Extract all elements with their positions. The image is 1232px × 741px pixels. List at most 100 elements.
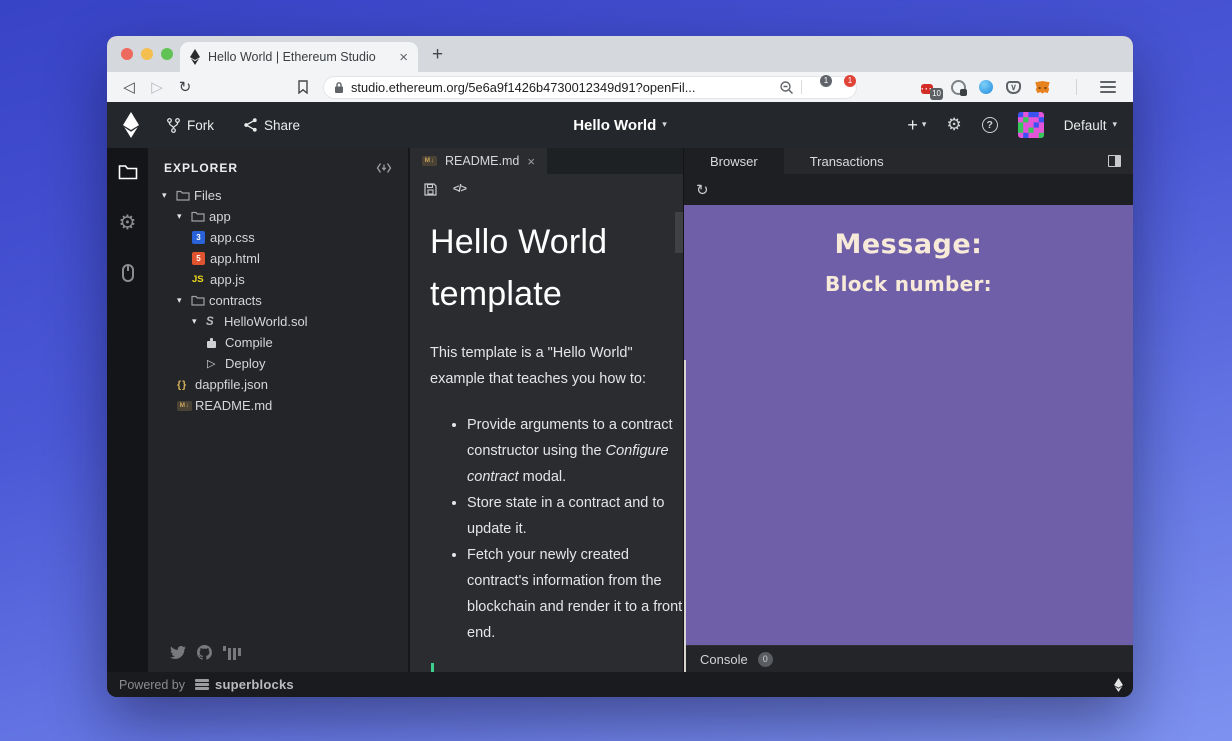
- tree-item[interactable]: {} dappfile.json: [148, 374, 408, 395]
- address-bar[interactable]: studio.ethereum.org/5e6a9f1426b473001234…: [323, 74, 857, 99]
- file-label: Files: [194, 188, 222, 203]
- gitter-icon[interactable]: [223, 645, 241, 660]
- tree-item[interactable]: 5 app.html: [148, 248, 408, 269]
- tree-item[interactable]: ▾ Files: [148, 185, 408, 206]
- metamask-icon[interactable]: [1034, 80, 1051, 95]
- tree-item[interactable]: JS app.js: [148, 269, 408, 290]
- preview-tab-transactions[interactable]: Transactions: [784, 148, 910, 174]
- github-icon[interactable]: [197, 645, 212, 660]
- ethereum-diamond-icon: [1114, 677, 1123, 692]
- refresh-icon[interactable]: ↻: [696, 181, 709, 199]
- json-icon: {}: [177, 378, 188, 391]
- network-dropdown[interactable]: Default ▾: [1064, 118, 1117, 133]
- brave-shield-icon[interactable]: 1: [809, 74, 832, 96]
- fork-label: Fork: [187, 117, 214, 133]
- html-icon: 5: [192, 252, 210, 265]
- save-icon[interactable]: [424, 182, 437, 196]
- tab-close-icon[interactable]: ×: [399, 49, 408, 66]
- twitter-icon[interactable]: [170, 646, 186, 659]
- panel-layout-icon[interactable]: [1108, 155, 1121, 167]
- browser-tab[interactable]: Hello World | Ethereum Studio ×: [180, 42, 418, 72]
- powered-by-label: Powered by: [119, 677, 186, 692]
- explorer-title: EXPLORER: [164, 161, 239, 175]
- project-title: Hello World: [573, 116, 657, 134]
- pane-splitter[interactable]: [684, 360, 686, 672]
- avatar[interactable]: [1017, 112, 1044, 138]
- lastpass-icon[interactable]: ··· 10: [921, 79, 943, 100]
- caret-down-icon[interactable]: ▾: [162, 191, 176, 201]
- file-label: contracts: [209, 293, 262, 308]
- ethereum-logo[interactable]: [123, 112, 139, 138]
- caret-down-icon[interactable]: ▾: [192, 317, 206, 327]
- explorer-panel: EXPLORER ▾ Files ▾ app 3 app.css 5 app.html JS ap…: [148, 148, 408, 672]
- preview-tab-browser[interactable]: Browser: [684, 148, 784, 174]
- settings-gear-icon[interactable]: ⚙: [946, 115, 961, 135]
- console-bar[interactable]: Console 0: [684, 645, 1133, 672]
- superblocks-logo: [195, 679, 210, 690]
- minimize-window-button[interactable]: [141, 48, 153, 60]
- interact-panel-icon[interactable]: [121, 264, 134, 282]
- readme-intro: This template is a "Hello World" example…: [430, 345, 647, 387]
- forward-icon[interactable]: ▷: [145, 78, 169, 96]
- close-icon[interactable]: ×: [527, 154, 535, 169]
- maximize-window-button[interactable]: [161, 48, 173, 60]
- chevron-down-icon: ▾: [1112, 120, 1117, 130]
- editor-tab-label: README.md: [445, 154, 520, 168]
- tree-item[interactable]: ▾ S HelloWorld.sol: [148, 311, 408, 332]
- tree-item[interactable]: 3 app.css: [148, 227, 408, 248]
- markdown-icon: M↓: [177, 400, 195, 411]
- tree-item[interactable]: ▾ app: [148, 206, 408, 227]
- adblock-triangle-icon[interactable]: 1: [833, 74, 856, 96]
- studio-header: Fork Share Hello World ▾ + ▾ ⚙ ? Default …: [107, 102, 1133, 148]
- collapse-code-icon[interactable]: [376, 162, 392, 174]
- studio-footer: Powered by superblocks: [107, 672, 1133, 697]
- file-label: HelloWorld.sol: [224, 314, 308, 329]
- file-label: app.css: [210, 230, 255, 245]
- preview-panel: Browser Transactions ↻ Message: Block num…: [683, 148, 1133, 672]
- close-window-button[interactable]: [121, 48, 133, 60]
- blue-extension-icon[interactable]: [979, 80, 993, 94]
- tree-item[interactable]: ▷ Deploy: [148, 353, 408, 374]
- project-title-dropdown[interactable]: Hello World ▾: [573, 117, 667, 134]
- browser-tabstrip: Hello World | Ethereum Studio × +: [107, 36, 1133, 72]
- caret-down-icon[interactable]: ▾: [177, 296, 191, 306]
- editor-scrollbar[interactable]: [675, 212, 683, 253]
- new-tab-button[interactable]: +: [432, 44, 443, 66]
- triangle-badge: 1: [844, 74, 856, 87]
- file-tree: ▾ Files ▾ app 3 app.css 5 app.html JS app.js ▾ cont…: [148, 185, 408, 672]
- bookmark-icon[interactable]: [297, 80, 309, 94]
- solidity-icon: S: [206, 315, 214, 328]
- share-button[interactable]: Share: [244, 118, 300, 133]
- share-icon: [244, 118, 257, 132]
- privacy-clock-icon[interactable]: [951, 79, 967, 96]
- view-code-icon[interactable]: </>: [453, 183, 467, 195]
- console-label: Console: [700, 651, 748, 667]
- fork-button[interactable]: Fork: [167, 118, 214, 133]
- fork-icon: [167, 117, 180, 133]
- superblocks-brand[interactable]: superblocks: [215, 677, 294, 692]
- divider: [801, 80, 802, 94]
- tree-item[interactable]: ▾ contracts: [148, 290, 408, 311]
- zoom-out-icon[interactable]: [779, 80, 794, 95]
- pocket-icon[interactable]: ∨: [1006, 80, 1021, 94]
- css-icon: 3: [192, 231, 210, 244]
- url-text: studio.ethereum.org/5e6a9f1426b473001234…: [351, 79, 696, 95]
- preview-tabbar: Browser Transactions: [684, 148, 1133, 174]
- menu-icon[interactable]: [1100, 81, 1116, 93]
- tree-item[interactable]: M↓ README.md: [148, 395, 408, 416]
- help-icon[interactable]: ?: [981, 117, 998, 133]
- back-icon[interactable]: ◁: [117, 78, 141, 96]
- file-label: app.html: [210, 251, 260, 266]
- block-number-label: Block number:: [825, 272, 992, 296]
- files-panel-icon[interactable]: [118, 164, 138, 180]
- readme-bullet: Fetch your newly created contract's info…: [467, 542, 683, 646]
- settings-panel-icon[interactable]: ⚙: [119, 210, 137, 234]
- new-project-button[interactable]: + ▾: [907, 115, 926, 136]
- tree-item[interactable]: Compile: [148, 332, 408, 353]
- compile-icon: [207, 337, 225, 348]
- folder-icon: [191, 295, 209, 306]
- caret-down-icon[interactable]: ▾: [177, 212, 191, 222]
- editor-tab-readme[interactable]: M↓ README.md ×: [410, 148, 547, 174]
- app-preview: Message: Block number:: [684, 205, 1133, 645]
- reload-icon[interactable]: ↻: [173, 78, 197, 96]
